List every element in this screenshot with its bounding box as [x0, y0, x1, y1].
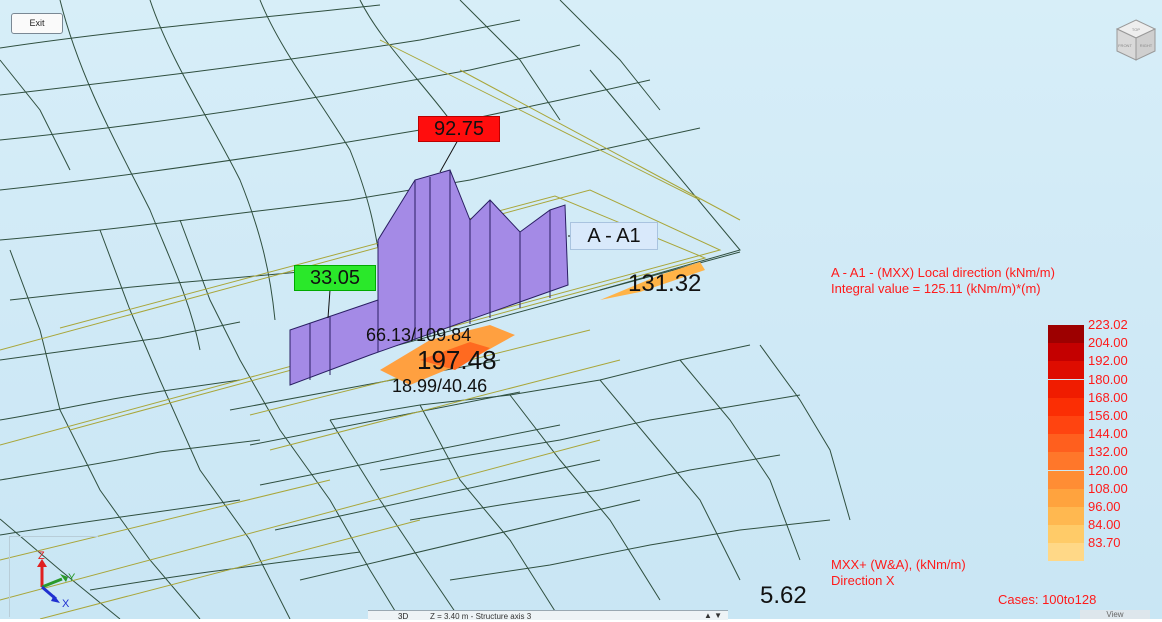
legend-swatch	[1048, 470, 1084, 489]
legend-label: 180.00	[1088, 371, 1128, 387]
legend-label: 204.00	[1088, 335, 1128, 351]
legend-label: 83.70	[1088, 535, 1121, 551]
view-tab[interactable]: View	[1080, 610, 1150, 619]
result-direction: Direction X	[831, 573, 895, 588]
axis-y-label: Y	[68, 572, 76, 584]
exit-button[interactable]: Exit	[11, 13, 63, 34]
axis-z-label: Z	[38, 550, 45, 562]
section-label: A - A1	[570, 222, 658, 250]
result-info: MXX+ (W&A), (kNm/m) Direction X	[831, 557, 966, 589]
cases-label: Cases: 100to128	[998, 592, 1097, 607]
view-cube-top-label: TOP	[1132, 27, 1140, 32]
axis-triad: Z Y X	[9, 536, 98, 617]
value-pair-top: 66.13/109.84	[366, 325, 472, 345]
corner-value: 5.62	[760, 582, 807, 609]
legend-swatch	[1048, 507, 1084, 525]
hotspot-value-right: 131.32	[628, 270, 702, 297]
legend-label: 144.00	[1088, 426, 1128, 442]
legend-swatch	[1048, 543, 1084, 562]
legend-label: 108.00	[1088, 480, 1128, 496]
legend-label: 156.00	[1088, 408, 1128, 423]
legend-swatch	[1048, 325, 1084, 343]
legend-label: 120.00	[1088, 462, 1128, 478]
legend-swatch	[1048, 361, 1084, 380]
section-description: A - A1 - (MXX) Local direction (kNm/m)	[831, 265, 1055, 280]
info-panel: A - A1 - (MXX) Local direction (kNm/m) I…	[831, 265, 1055, 297]
legend-label: 132.00	[1088, 444, 1128, 460]
max-value-tag: 92.75	[418, 116, 500, 142]
axis-x-label: X	[62, 598, 70, 610]
axis-triad-icon: Z Y X	[37, 550, 76, 610]
view-cube-right-label: RIGHT	[1140, 43, 1153, 48]
value-pair-bottom: 18.99/40.46	[392, 376, 488, 396]
legend-swatch	[1048, 452, 1084, 471]
3d-viewport[interactable]: Exit 92.75 33.05 A - A1 131.32 66.13/109…	[0, 0, 1162, 620]
legend-label: 192.00	[1088, 353, 1128, 369]
min-value-tag: 33.05	[294, 265, 376, 291]
legend-label: 223.02	[1088, 317, 1128, 332]
legend-swatch	[1048, 397, 1084, 416]
view-cube-icon[interactable]: TOP FRONT RIGHT	[1115, 18, 1157, 62]
result-type: MXX+ (W&A), (kNm/m)	[831, 557, 966, 572]
fe-mesh	[0, 0, 851, 619]
legend-swatch	[1048, 488, 1084, 507]
legend-label: 168.00	[1088, 389, 1128, 405]
hotspot-value-center: 197.48	[417, 345, 497, 375]
integral-value: Integral value = 125.11 (kNm/m)*(m)	[831, 281, 1041, 296]
legend-swatch	[1048, 416, 1084, 434]
view-cube-front-label: FRONT	[1118, 43, 1132, 48]
legend-swatch	[1048, 525, 1084, 544]
legend-swatch	[1048, 343, 1084, 362]
legend-swatch	[1048, 379, 1084, 398]
legend-label: 84.00	[1088, 517, 1121, 533]
legend-swatch	[1048, 434, 1084, 453]
legend-label: 96.00	[1088, 499, 1121, 514]
